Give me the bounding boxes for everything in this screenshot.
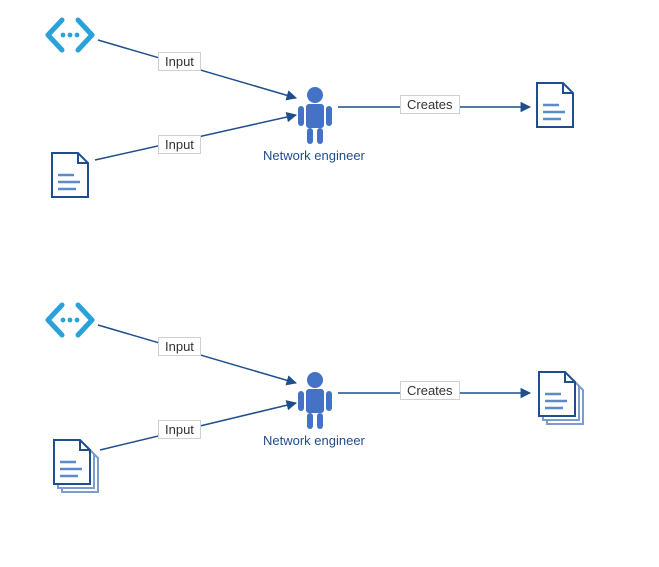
- documents-stack-icon: [539, 372, 583, 424]
- edge-label-input: Input: [158, 420, 201, 439]
- role-label: Network engineer: [263, 148, 365, 163]
- diagram-svg: [0, 0, 659, 562]
- document-icon: [537, 83, 573, 127]
- edge-label-input: Input: [158, 52, 201, 71]
- edge-label-input: Input: [158, 337, 201, 356]
- diagram-stage: Input Input Creates Network engineer Inp…: [0, 0, 659, 562]
- edge-label-input: Input: [158, 135, 201, 154]
- person-icon: [298, 372, 332, 429]
- documents-stack-icon: [54, 440, 98, 492]
- edge-label-creates: Creates: [400, 95, 460, 114]
- person-icon: [298, 87, 332, 144]
- document-icon: [52, 153, 88, 197]
- role-label: Network engineer: [263, 433, 365, 448]
- api-icon: [48, 305, 92, 335]
- api-icon: [48, 20, 92, 50]
- edge-label-creates: Creates: [400, 381, 460, 400]
